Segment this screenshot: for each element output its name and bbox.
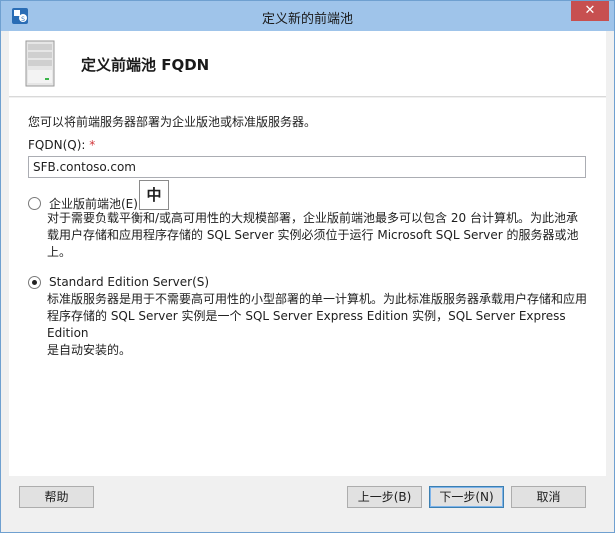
standard-label: Standard Edition Server(S)	[49, 275, 210, 289]
dialog-window: S 定义新的前端池 ✕ 定义前端池 FQDN 您可以将前端服务器部署为企业版池或…	[0, 0, 615, 533]
fqdn-label: FQDN(Q): *	[28, 138, 96, 152]
content-area: 您可以将前端服务器部署为企业版池或标准版服务器。 FQDN(Q): * 企业版前…	[9, 98, 606, 476]
help-button[interactable]: 帮助	[19, 486, 94, 508]
enterprise-radio[interactable]	[28, 197, 41, 210]
enterprise-description: 对于需要负载平衡和/或高可用性的大规模部署，企业版前端池最多可以包含 20 台计…	[47, 211, 579, 259]
fqdn-input[interactable]	[28, 156, 586, 178]
page-title: 定义前端池 FQDN	[81, 56, 210, 74]
required-mark: *	[89, 138, 96, 152]
button-bar: 帮助 上一步(B) 下一步(N) 取消	[9, 476, 606, 526]
option-standard[interactable]: Standard Edition Server(S)	[28, 275, 209, 289]
standard-description: 标准版服务器是用于不需要高可用性的小型部署的单一计算机。为此标准版服务器承载用户…	[47, 292, 588, 357]
back-button[interactable]: 上一步(B)	[347, 486, 422, 508]
standard-radio[interactable]	[28, 275, 41, 289]
close-button[interactable]: ✕	[571, 1, 609, 21]
title-bar[interactable]: S 定义新的前端池 ✕	[1, 1, 614, 31]
server-icon	[25, 40, 55, 87]
ime-indicator: 中	[139, 180, 169, 210]
intro-text: 您可以将前端服务器部署为企业版池或标准版服务器。	[28, 115, 317, 129]
header-band: 定义前端池 FQDN	[9, 31, 606, 97]
next-button[interactable]: 下一步(N)	[429, 486, 504, 508]
window-title: 定义新的前端池	[261, 12, 353, 27]
close-icon: ✕	[584, 3, 596, 18]
cancel-button[interactable]: 取消	[511, 486, 586, 508]
